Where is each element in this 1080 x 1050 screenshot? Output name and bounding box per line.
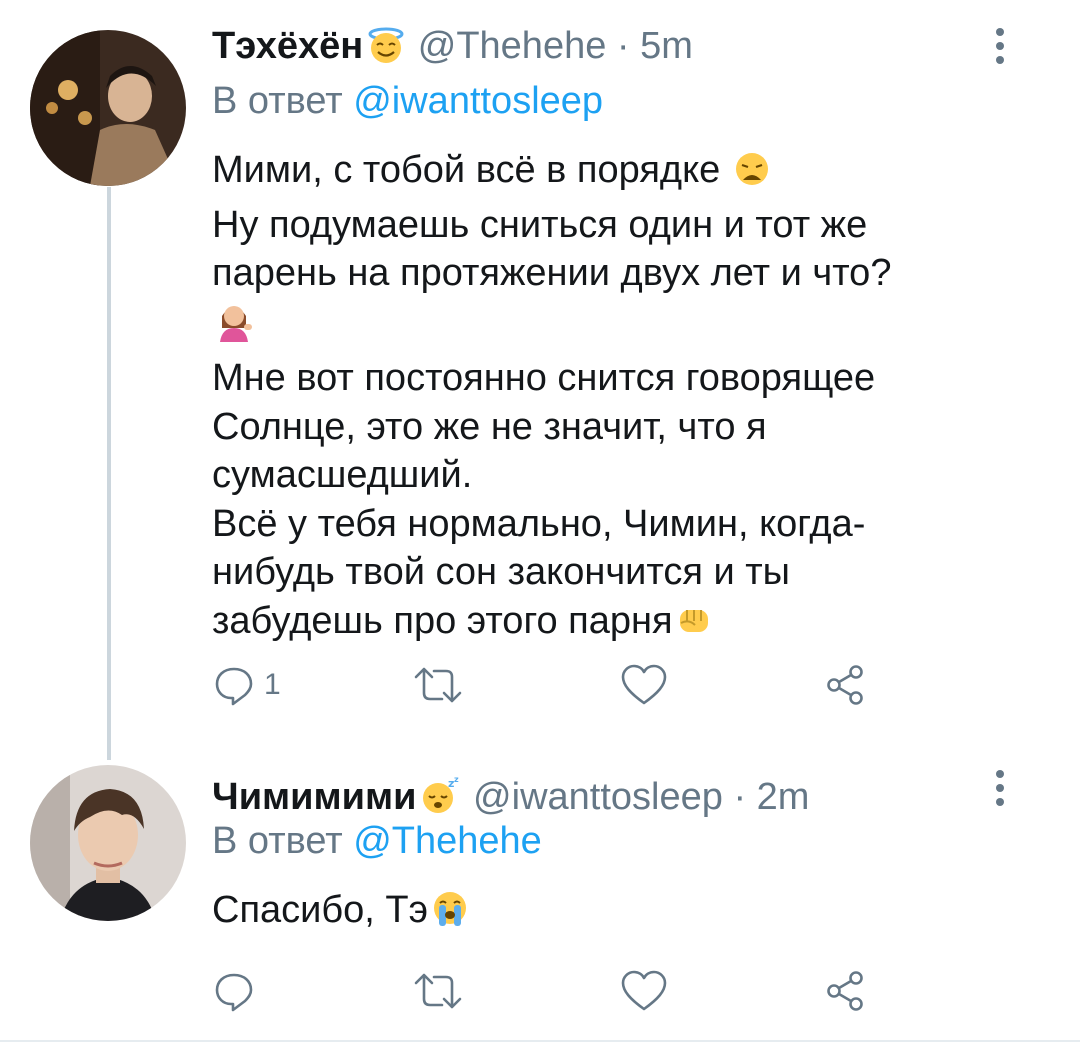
tweet-text-line: Всё у тебя нормально, Чимин, когда-: [212, 502, 866, 545]
share-icon: [827, 665, 863, 705]
tweet-text-line: Мне вот постоянно снится говорящее: [212, 357, 876, 399]
weary-face-emoji: [733, 150, 771, 201]
heart-icon: [621, 970, 667, 1011]
like-button[interactable]: [620, 966, 668, 1016]
tweet[interactable]: Чимимими z z @iwanttosleep · 2m В ответ @T…: [0, 760, 1080, 1040]
avatar[interactable]: [30, 30, 186, 186]
tweet-text-line: Мими, с тобой всё в порядке: [212, 146, 1032, 201]
tweet-header: Тэхёхён @Thehehe · 5m: [212, 22, 693, 76]
reply-count: 1: [264, 668, 281, 701]
tweet-text-line: Спасибо, Тэ: [212, 886, 1032, 941]
tweet-text: Мими, с тобой всё в порядке Ну подумаешь…: [212, 146, 1032, 651]
divider: [0, 1040, 1080, 1042]
author-handle[interactable]: @iwanttosleep: [473, 776, 723, 818]
raised-fist-emoji: [675, 601, 713, 652]
tweet-text-line: Солнце, это же не значит, что я: [212, 405, 767, 448]
reply-context: В ответ @Thehehe: [212, 817, 542, 865]
avatar[interactable]: [30, 765, 186, 921]
reply-mention-link[interactable]: @iwanttosleep: [353, 80, 603, 122]
svg-text:z: z: [454, 775, 459, 784]
tweet-text-line: Ну подумаешь сниться один и тот же: [212, 203, 868, 246]
tweet-text-line: парень на протяжении двух лет и что?: [212, 252, 892, 294]
tweet-text-line: [212, 298, 1032, 355]
reply-prefix: В ответ: [212, 820, 343, 862]
tweet-text-line: забудешь про этого парня: [212, 597, 1032, 652]
like-button[interactable]: [620, 660, 668, 710]
author-handle[interactable]: @Thehehe: [418, 25, 607, 67]
retweet-icon: [414, 973, 462, 1009]
reply-button[interactable]: [212, 966, 264, 1016]
tweet[interactable]: Тэхёхён @Thehehe · 5m В ответ @iwanttosl…: [0, 0, 1080, 760]
author-name[interactable]: Чимимими: [212, 776, 416, 818]
tweet-time[interactable]: · 2m: [733, 776, 809, 818]
reply-icon: [215, 973, 253, 1012]
share-button[interactable]: [824, 660, 868, 710]
tweet-actions: [212, 966, 912, 1016]
retweet-button[interactable]: [412, 660, 464, 710]
more-options-icon[interactable]: [988, 28, 1012, 72]
tweet-text-line: сумасшедший.: [212, 454, 473, 496]
tweet-text: Спасибо, Тэ: [212, 886, 1032, 941]
retweet-icon: [414, 667, 462, 703]
more-options-icon[interactable]: [988, 770, 1012, 814]
halo-face-emoji: [365, 26, 407, 76]
person-tipping-hand-emoji: [214, 298, 254, 355]
reply-mention-link[interactable]: @Thehehe: [353, 820, 542, 862]
reply-prefix: В ответ: [212, 80, 343, 122]
retweet-button[interactable]: [412, 966, 464, 1016]
tweet-actions: 1: [212, 660, 912, 710]
reply-button[interactable]: 1: [212, 660, 281, 710]
share-button[interactable]: [824, 966, 868, 1016]
reply-icon: [215, 667, 253, 706]
loudly-crying-face-emoji: [430, 888, 470, 941]
heart-icon: [621, 664, 667, 705]
tweet-time[interactable]: · 5m: [617, 25, 693, 67]
share-icon: [827, 971, 863, 1011]
author-name[interactable]: Тэхёхён: [212, 25, 363, 67]
tweet-text-line: нибудь твой сон закончится и ты: [212, 551, 790, 593]
reply-context: В ответ @iwanttosleep: [212, 77, 603, 125]
